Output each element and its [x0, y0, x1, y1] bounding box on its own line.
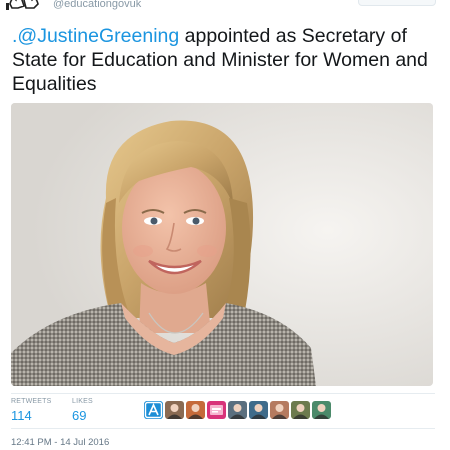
user-avatar-icon[interactable] [249, 401, 268, 419]
retweets-count: 114 [11, 408, 32, 423]
stats-divider-bottom [11, 428, 435, 429]
user-avatar-icon[interactable] [228, 401, 247, 419]
user-avatar-icon[interactable] [165, 401, 184, 419]
tweet-text: .@JustineGreening appointed as Secretary… [12, 24, 432, 96]
tweet-timestamp[interactable]: 12:41 PM - 14 Jul 2016 [11, 437, 109, 448]
letter-a-app-icon[interactable] [144, 401, 163, 419]
likes-stat[interactable]: LIKES 69 [72, 398, 93, 423]
account-handle[interactable]: @educationgovuk [53, 0, 141, 10]
tweet-header: @educationgovuk [0, 0, 450, 16]
user-avatar-icon[interactable] [270, 401, 289, 419]
account-avatar[interactable] [6, 0, 40, 10]
likers-avatars [144, 401, 331, 419]
mention-link[interactable]: .@JustineGreening [12, 25, 179, 47]
user-avatar-icon[interactable] [291, 401, 310, 419]
tweet-photo[interactable] [11, 103, 433, 386]
user-avatar-icon[interactable] [312, 401, 331, 419]
stats-divider-top [11, 393, 435, 394]
retweets-label: RETWEETS [11, 398, 52, 405]
likes-count: 69 [72, 408, 87, 423]
retweets-stat[interactable]: RETWEETS 114 [11, 398, 52, 423]
user-avatar-icon[interactable] [186, 401, 205, 419]
portrait-photo [11, 103, 433, 386]
likes-label: LIKES [72, 398, 93, 405]
royal-crest-icon [6, 0, 39, 10]
follow-button[interactable] [358, 0, 436, 6]
logo-avatar-icon[interactable] [207, 401, 226, 419]
